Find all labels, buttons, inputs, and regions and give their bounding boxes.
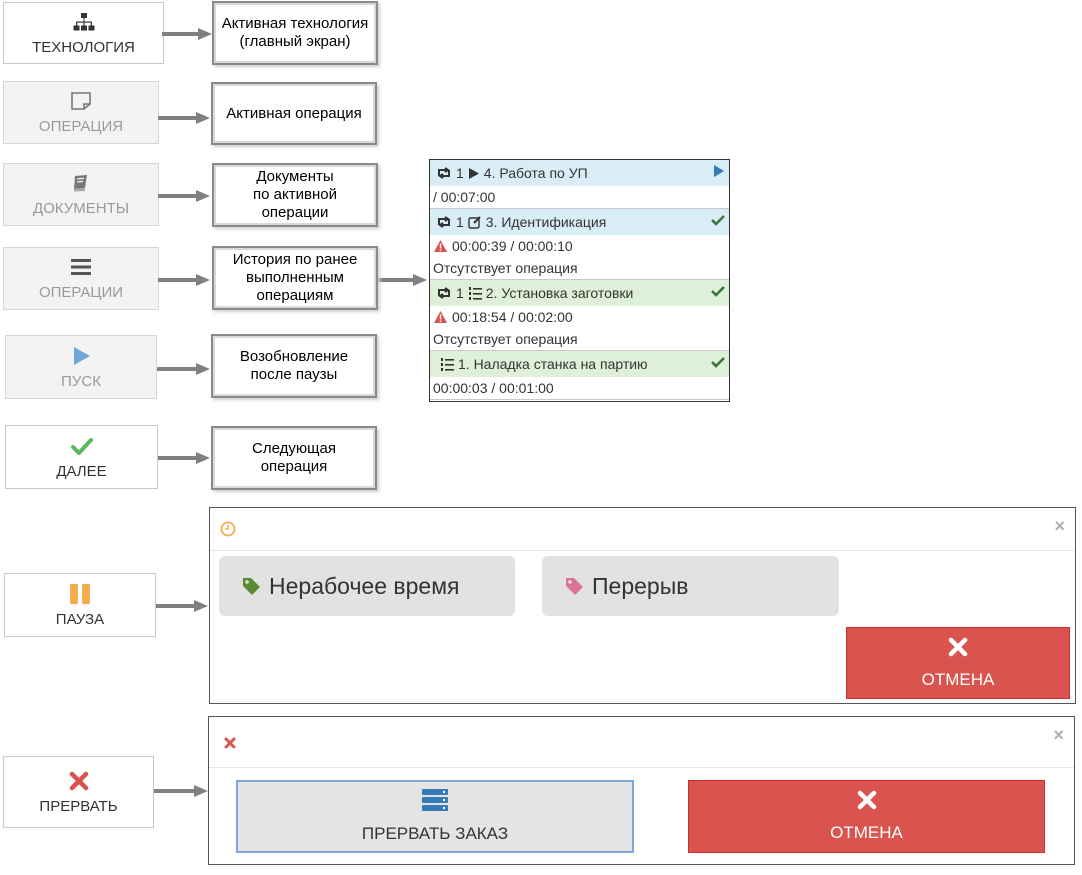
documents-label: ДОКУМЕНТЫ [32,200,130,217]
check-icon [711,284,725,300]
history-status: Отсутствует операция [433,260,578,276]
history-title: 1. Наладка станка на партию [458,356,648,372]
nonworking-time-button[interactable]: Нерабочее время [219,556,515,616]
pause-label: ПАУЗА [55,610,105,628]
history-title: 4. Работа по УП [483,165,588,181]
check-icon [711,213,725,229]
list-ol-icon [468,286,482,300]
times-icon [948,637,968,662]
arrow-icon [154,785,208,797]
history-item[interactable]: 1 4. Работа по УП [430,160,729,186]
clock-icon [220,521,236,542]
history-panel: 1 4. Работа по УП / 00:07:00 1 3. Иденти… [429,159,730,402]
tag-icon [241,576,261,596]
history-count: 1 [456,165,464,181]
history-item[interactable]: 1 2. Установка заготовки [430,279,729,306]
pause-button[interactable]: ПАУЗА [4,573,156,637]
arrow-icon [157,363,210,375]
history-time: 00:00:03 / 00:01:00 [430,377,729,400]
sitemap-icon [73,11,95,33]
retweet-icon [436,216,452,228]
history-count: 1 [456,214,464,230]
arrow-icon [158,274,210,286]
retweet-icon [436,167,452,179]
history-title: 2. Установка заготовки [485,285,634,301]
start-button[interactable]: ПУСК [5,335,157,399]
technology-label: ТЕХНОЛОГИЯ [32,38,135,56]
break-button[interactable]: Перерыв [542,556,839,616]
note-technology: Активная технология (главный экран) [212,1,378,65]
pause-dialog: × Нерабочее время Перерыв ОТМЕНА [209,507,1076,704]
play-icon [71,345,91,367]
pause-cancel-button[interactable]: ОТМЕНА [846,627,1070,699]
history-count: 1 [456,285,464,301]
abort-button[interactable]: ПРЕРВАТЬ [3,756,154,828]
check-icon [711,355,725,371]
operations-button[interactable]: ОПЕРАЦИИ [3,247,159,310]
bars-icon [70,256,92,278]
pause-dialog-header: × [210,508,1075,551]
note-history: История по ранее выполненным операциям [212,246,378,310]
history-time: / 00:07:00 [433,189,496,205]
check-icon [70,435,93,457]
server-icon [422,789,448,816]
close-icon[interactable]: × [1053,725,1064,746]
note-resume: Возобновление после паузы [211,334,377,398]
tag-icon [564,576,584,596]
note-operation: Активная операция [211,82,377,145]
history-title: 3. Идентификация [485,214,607,230]
note-next: Следующая операция [211,426,377,490]
warning-icon [433,310,448,324]
pause-icon [68,583,92,605]
play-icon [468,167,480,180]
technology-button[interactable]: ТЕХНОЛОГИЯ [3,2,164,64]
arrow-icon [158,452,210,464]
operation-button[interactable]: ОПЕРАЦИЯ [3,81,159,144]
arrow-icon [162,28,212,40]
abort-cancel-button[interactable]: ОТМЕНА [688,780,1045,853]
book-icon [71,172,91,194]
next-label: ДАЛЕЕ [56,462,107,480]
list-ol-icon [440,357,454,371]
history-item[interactable]: 1 3. Идентификация [430,208,729,235]
times-icon [857,790,877,815]
history-item[interactable]: 1. Наладка станка на партию [430,350,729,377]
operation-label: ОПЕРАЦИЯ [38,118,124,135]
abort-dialog: × ПРЕРВАТЬ ЗАКАЗ ОТМЕНА [208,716,1075,865]
abort-dialog-header: × [209,717,1074,768]
warning-icon [433,239,448,253]
times-icon [69,770,89,792]
arrow-icon [156,600,208,612]
history-status: Отсутствует операция [433,331,578,347]
abort-order-button[interactable]: ПРЕРВАТЬ ЗАКАЗ [236,780,634,853]
next-button[interactable]: ДАЛЕЕ [5,425,158,489]
arrow-icon [377,274,427,286]
arrow-icon [158,190,210,202]
times-icon [224,736,236,754]
start-label: ПУСК [61,372,101,390]
sticky-note-icon [70,90,92,112]
abort-label: ПРЕРВАТЬ [39,797,118,815]
history-time: 00:18:54 / 00:02:00 [430,306,729,328]
edit-icon [468,215,482,229]
note-documents: Документы по активной операции [212,163,378,227]
documents-button[interactable]: ДОКУМЕНТЫ [3,163,159,226]
play-status-icon [713,164,725,181]
arrow-icon [158,112,210,124]
retweet-icon [436,287,452,299]
history-time: 00:00:39 / 00:00:10 [430,235,729,257]
operations-label: ОПЕРАЦИИ [38,284,124,301]
close-icon[interactable]: × [1054,516,1065,537]
